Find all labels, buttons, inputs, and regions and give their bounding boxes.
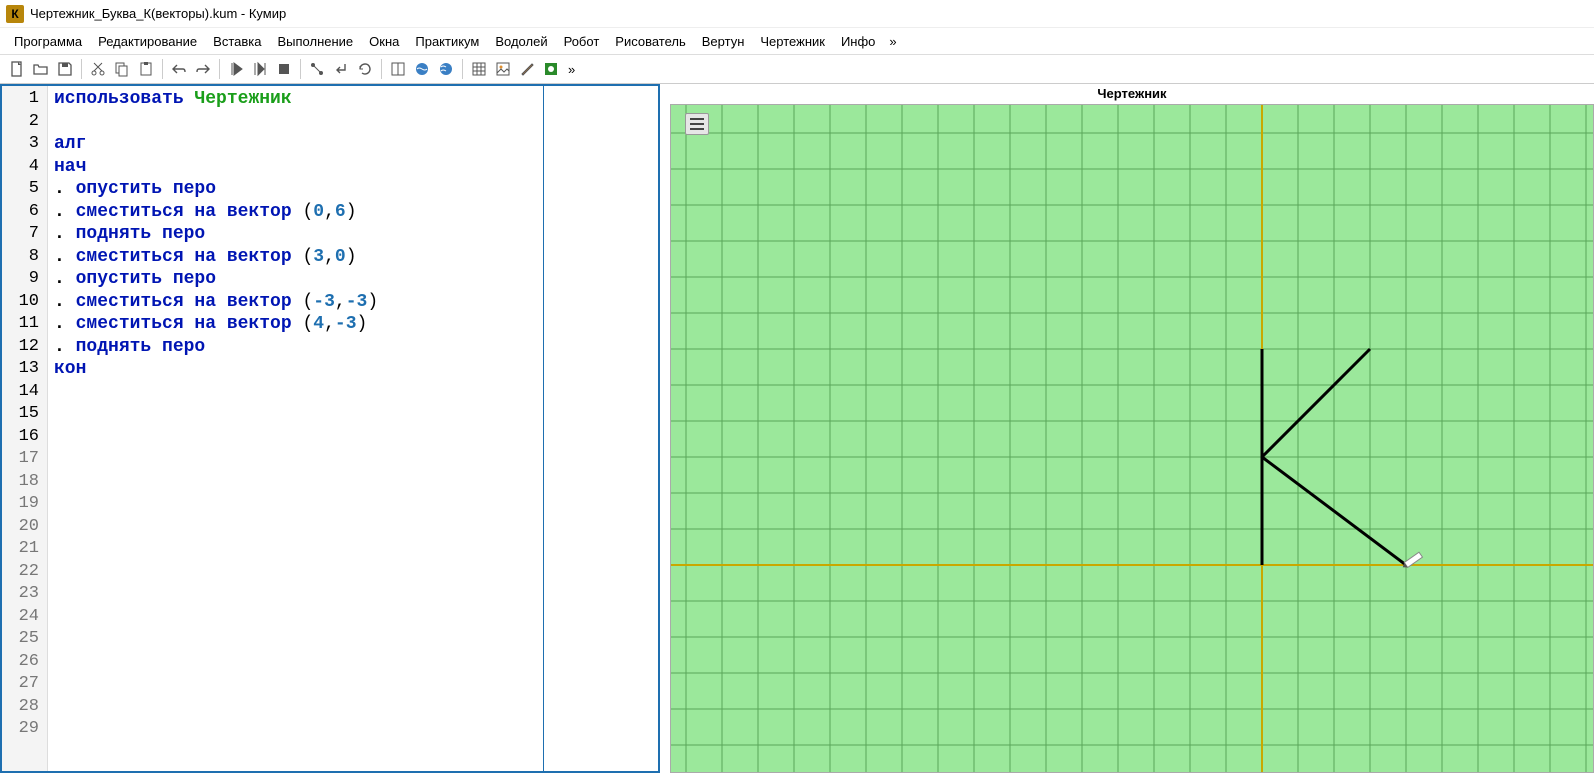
menu-10[interactable]: Чертежник [752,31,833,52]
menu-9[interactable]: Вертун [694,31,753,52]
picture-icon[interactable] [492,58,514,80]
menu-0[interactable]: Программа [6,31,90,52]
line-number: 27 [2,673,47,696]
menu-6[interactable]: Водолей [487,31,555,52]
line-number: 15 [2,403,47,426]
water2-icon[interactable] [435,58,457,80]
editor-pane: 1234567891011121314151617181920212223242… [0,84,660,773]
main-area: 1234567891011121314151617181920212223242… [0,84,1594,773]
line-gutter: 1234567891011121314151617181920212223242… [2,86,48,771]
window-title: Чертежник_Буква_К(векторы).kum - Кумир [30,6,286,21]
menu-more[interactable]: » [883,31,902,52]
visualizer-pane: Чертежник [670,84,1594,773]
line-number: 12 [2,336,47,359]
grid-icon[interactable] [468,58,490,80]
menubar: ПрограммаРедактированиеВставкаВыполнение… [0,28,1594,54]
code-editor[interactable]: использовать Чертежник алгнач. опустить … [48,86,543,771]
code-line[interactable]: нач [54,156,537,179]
line-number: 17 [2,448,47,471]
code-line[interactable]: использовать Чертежник [54,88,537,111]
menu-2[interactable]: Вставка [205,31,269,52]
code-line[interactable]: . сместиться на вектор (3,0) [54,246,537,269]
brush-icon[interactable] [516,58,538,80]
refresh-icon[interactable] [354,58,376,80]
line-number: 28 [2,696,47,719]
code-line[interactable]: . сместиться на вектор (-3,-3) [54,291,537,314]
stop-icon[interactable] [273,58,295,80]
open-file-icon[interactable] [30,58,52,80]
line-number: 3 [2,133,47,156]
code-line[interactable] [54,111,537,134]
code-line[interactable]: . опустить перо [54,268,537,291]
line-number: 7 [2,223,47,246]
line-number: 4 [2,156,47,179]
save-file-icon[interactable] [54,58,76,80]
menu-4[interactable]: Окна [361,31,407,52]
line-number: 1 [2,88,47,111]
line-number: 23 [2,583,47,606]
line-number: 6 [2,201,47,224]
line-number: 11 [2,313,47,336]
run-icon[interactable] [225,58,247,80]
line-number: 29 [2,718,47,741]
canvas-menu-icon[interactable] [685,113,709,135]
new-file-icon[interactable] [6,58,28,80]
visualizer-title: Чертежник [670,84,1594,104]
code-line[interactable]: . поднять перо [54,223,537,246]
line-number: 2 [2,111,47,134]
titlebar: К Чертежник_Буква_К(векторы).kum - Кумир [0,0,1594,28]
code-line[interactable]: кон [54,358,537,381]
line-number: 22 [2,561,47,584]
line-number: 21 [2,538,47,561]
return-icon[interactable] [330,58,352,80]
line-number: 9 [2,268,47,291]
line-number: 13 [2,358,47,381]
line-number: 5 [2,178,47,201]
redo-icon[interactable] [192,58,214,80]
paste-icon[interactable] [135,58,157,80]
line-number: 14 [2,381,47,404]
code-line[interactable]: . сместиться на вектор (0,6) [54,201,537,224]
line-number: 10 [2,291,47,314]
code-line[interactable]: алг [54,133,537,156]
line-number: 26 [2,651,47,674]
menu-1[interactable]: Редактирование [90,31,205,52]
menu-7[interactable]: Робот [556,31,608,52]
line-number: 24 [2,606,47,629]
turtle-icon[interactable] [540,58,562,80]
water-icon[interactable] [411,58,433,80]
drawing-canvas[interactable] [670,104,1594,773]
line-number: 18 [2,471,47,494]
copy-icon[interactable] [111,58,133,80]
panel1-icon[interactable] [387,58,409,80]
app-icon: К [6,5,24,23]
editor-side-column [543,86,658,771]
menu-8[interactable]: Рисователь [607,31,693,52]
code-line[interactable]: . сместиться на вектор (4,-3) [54,313,537,336]
line-number: 16 [2,426,47,449]
line-number: 19 [2,493,47,516]
line-number: 25 [2,628,47,651]
cut-icon[interactable] [87,58,109,80]
toolbar-more[interactable]: » [564,62,579,77]
line-number: 8 [2,246,47,269]
undo-icon[interactable] [168,58,190,80]
menu-3[interactable]: Выполнение [269,31,361,52]
menu-11[interactable]: Инфо [833,31,883,52]
step-icon[interactable] [249,58,271,80]
code-line[interactable]: . опустить перо [54,178,537,201]
node-icon[interactable] [306,58,328,80]
toolbar: » [0,54,1594,84]
menu-5[interactable]: Практикум [407,31,487,52]
code-line[interactable]: . поднять перо [54,336,537,359]
line-number: 20 [2,516,47,539]
